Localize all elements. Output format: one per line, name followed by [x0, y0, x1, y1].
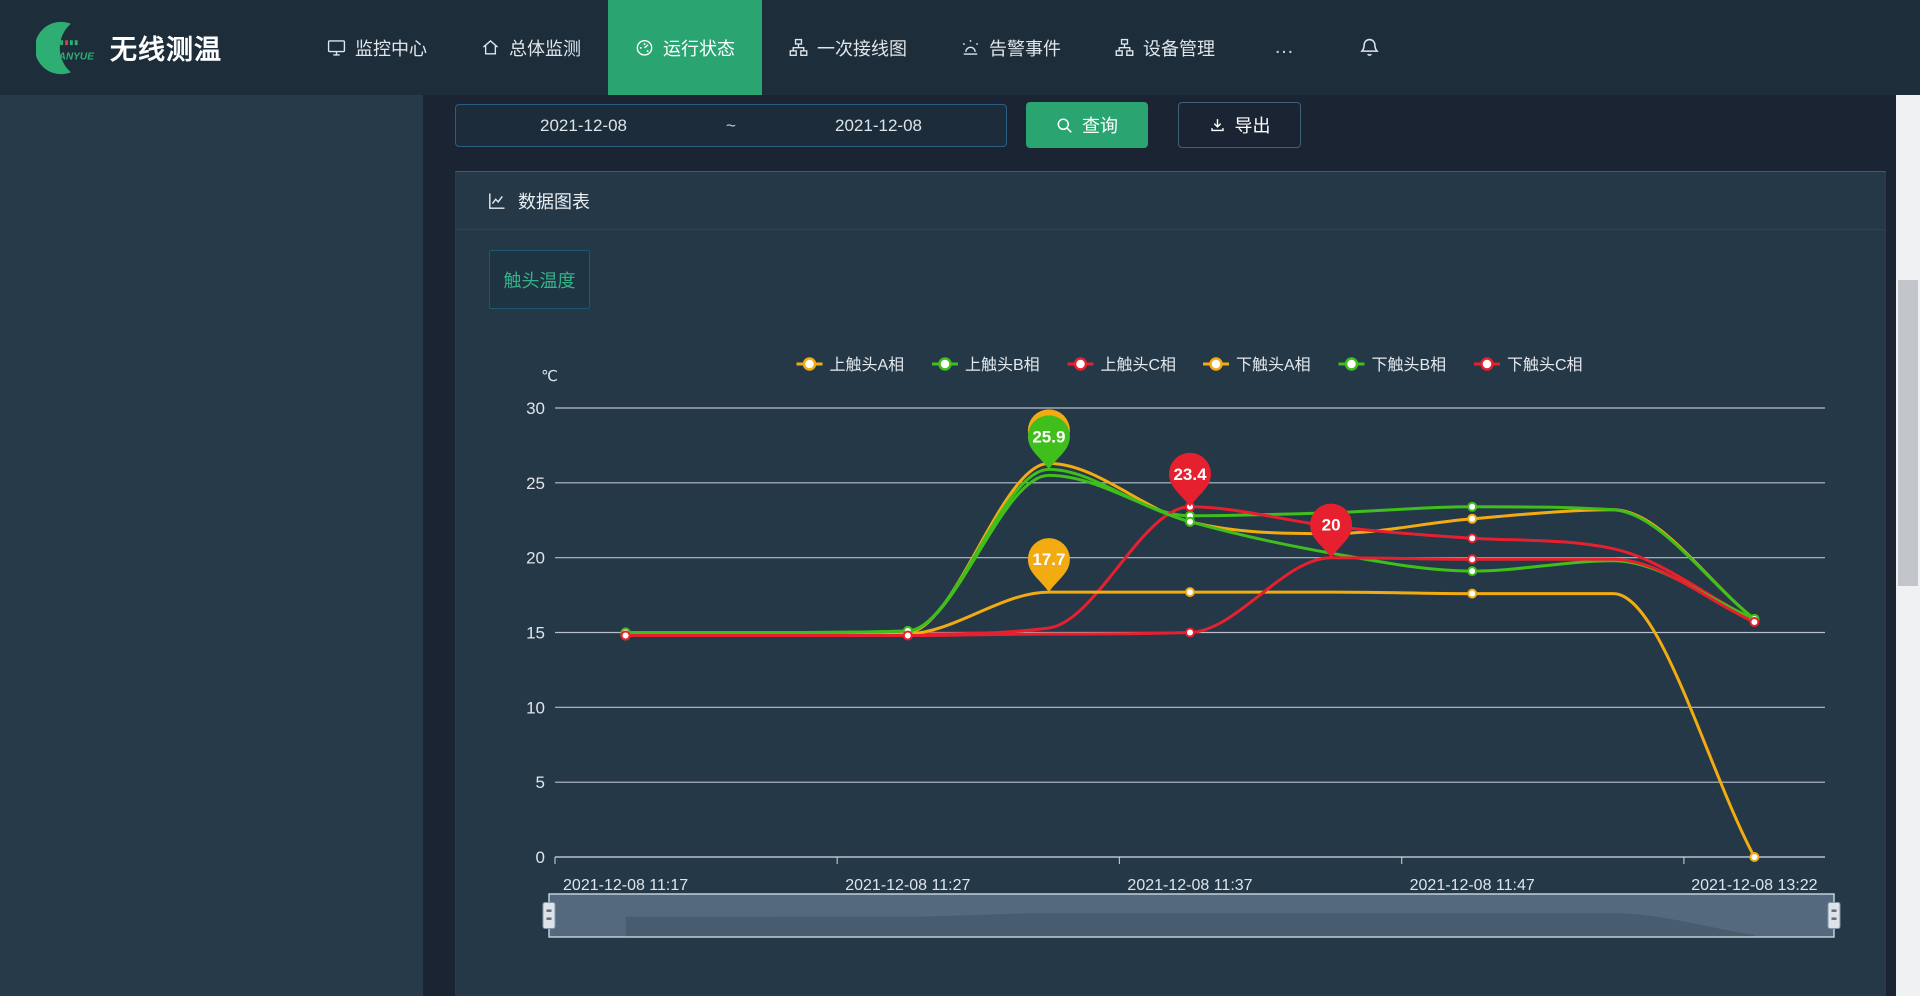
more-ellipsis-icon: … [1274, 36, 1297, 59]
svg-text:17.7: 17.7 [1032, 550, 1065, 569]
nav-item-more[interactable]: … [1242, 0, 1329, 95]
nav-item-label: 总体监测 [509, 35, 581, 61]
nav-item-running-status[interactable]: 运行状态 [608, 0, 762, 95]
legend-item-上触头A相[interactable]: 上触头A相 [797, 356, 905, 374]
point-label-pin: 17.7 [1028, 538, 1070, 592]
home-icon [481, 38, 500, 57]
datazoom-slider[interactable] [543, 894, 1840, 937]
point-label-pin: 25.9 [1028, 415, 1070, 469]
nav-item-primary-wiring-diagram[interactable]: 一次接线图 [762, 0, 934, 95]
datazoom-handle-right[interactable] [1828, 903, 1840, 929]
legend-item-下触头C相[interactable]: 下触头C相 [1474, 356, 1583, 374]
legend-item-上触头C相[interactable]: 上触头C相 [1068, 356, 1177, 374]
bell-icon [1359, 37, 1380, 58]
point-label-pin: 23.4 [1169, 453, 1211, 507]
data-point-marker [622, 632, 630, 640]
datazoom-shadow [626, 913, 1755, 937]
nav-item-label: 一次接线图 [817, 35, 907, 61]
app-title: 无线测温 [110, 28, 222, 67]
data-point-marker [904, 632, 912, 640]
data-point-marker [1468, 590, 1476, 598]
nav-item-device-management[interactable]: 设备管理 [1088, 0, 1242, 95]
x-axis-tick-label: 2021-12-08 11:27 [845, 877, 970, 894]
main-nav: 监控中心 总体监测 运行状态 一次接线图 告警事件 设备管理 … [300, 0, 1410, 95]
gauge-icon [635, 38, 654, 57]
y-axis-tick-label: 0 [536, 848, 545, 867]
data-point-marker [1750, 853, 1758, 861]
temperature-line-chart: 30 25 20 15 10 5 0 ℃ 2021-12-08 11:17 2021-12-08 … [0, 0, 1920, 996]
svg-text:下触头B相: 下触头B相 [1372, 356, 1447, 374]
x-axis-tick-label: 2021-12-08 11:37 [1127, 877, 1252, 894]
y-axis-unit-label: ℃ [541, 368, 558, 385]
y-axis-tick-label: 20 [526, 549, 545, 568]
nav-item-monitor-center[interactable]: 监控中心 [300, 0, 454, 95]
x-axis-tick-label: 2021-12-08 11:47 [1410, 877, 1535, 894]
y-axis-tick-label: 15 [526, 624, 545, 643]
data-point-marker [1468, 555, 1476, 563]
y-axis-tick-label: 5 [536, 773, 545, 792]
data-point-marker [1468, 503, 1476, 511]
data-point-marker [1468, 534, 1476, 542]
nav-item-label: 告警事件 [989, 35, 1061, 61]
y-axis-tick-label: 10 [526, 698, 545, 717]
datazoom-handle-left[interactable] [543, 903, 555, 929]
nav-item-notifications[interactable] [1329, 0, 1410, 95]
x-axis-tick-label: 2021-12-08 11:17 [563, 877, 688, 894]
data-point-marker [1186, 518, 1194, 526]
nav-item-label: 监控中心 [355, 35, 427, 61]
wiring-diagram-icon [789, 38, 808, 57]
legend-item-上触头B相[interactable]: 上触头B相 [932, 356, 1040, 374]
data-point-marker [1468, 515, 1476, 523]
top-nav: HNANYUE 无线测温 监控中心 总体监测 运行状态 一次接线图 告警事件 设… [0, 0, 1920, 95]
brand-logo-icon: HNANYUE [36, 17, 98, 79]
nav-item-overall-monitoring[interactable]: 总体监测 [454, 0, 608, 95]
data-point-marker [1186, 629, 1194, 637]
alarm-siren-icon [961, 38, 980, 57]
data-point-marker [1186, 588, 1194, 596]
legend-item-下触头A相[interactable]: 下触头A相 [1203, 356, 1311, 374]
svg-text:下触头C相: 下触头C相 [1507, 356, 1583, 374]
data-point-marker [1468, 567, 1476, 575]
svg-text:下触头A相: 下触头A相 [1236, 356, 1311, 374]
brand: HNANYUE 无线测温 [0, 0, 300, 95]
y-axis-tick-label: 30 [526, 399, 545, 418]
legend-item-下触头B相[interactable]: 下触头B相 [1339, 356, 1447, 374]
nav-item-alarm-events[interactable]: 告警事件 [934, 0, 1088, 95]
svg-text:上触头A相: 上触头A相 [830, 356, 905, 374]
x-axis-tick-label: 2021-12-08 13:22 [1691, 877, 1817, 894]
data-point-marker [1750, 618, 1758, 626]
y-axis-tick-label: 25 [526, 474, 545, 493]
svg-text:上触头B相: 上触头B相 [965, 356, 1040, 374]
sitemap-icon [1115, 38, 1134, 57]
svg-text:20: 20 [1322, 516, 1341, 535]
nav-item-label: 运行状态 [663, 35, 735, 61]
svg-text:25.9: 25.9 [1032, 427, 1065, 446]
nav-item-label: 设备管理 [1143, 35, 1215, 61]
monitor-icon [327, 38, 346, 57]
svg-text:23.4: 23.4 [1173, 465, 1207, 484]
svg-text:上触头C相: 上触头C相 [1101, 356, 1177, 374]
brand-logo-text: HNANYUE [44, 51, 95, 62]
